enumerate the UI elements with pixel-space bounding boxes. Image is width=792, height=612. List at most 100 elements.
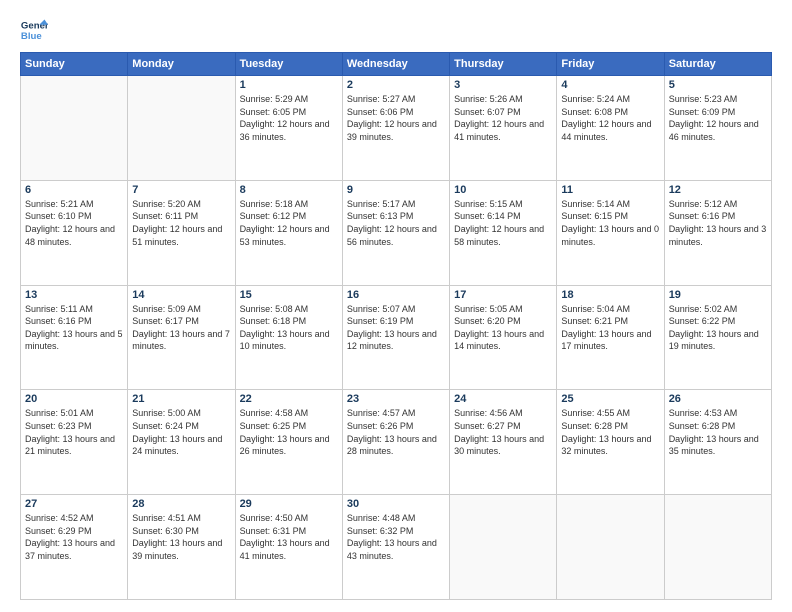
day-number: 4 (561, 79, 659, 91)
weekday-header-row: SundayMondayTuesdayWednesdayThursdayFrid… (21, 53, 772, 76)
weekday-saturday: Saturday (664, 53, 771, 76)
weekday-monday: Monday (128, 53, 235, 76)
calendar-cell: 6Sunrise: 5:21 AMSunset: 6:10 PMDaylight… (21, 180, 128, 285)
cell-info: Sunrise: 5:02 AMSunset: 6:22 PMDaylight:… (669, 303, 767, 353)
svg-text:Blue: Blue (21, 31, 42, 42)
calendar-cell (450, 495, 557, 600)
calendar-cell: 7 Sunrise: 5:20 AMSunset: 6:11 PMDaylight… (128, 180, 235, 285)
day-number: 25 (561, 393, 659, 405)
cell-info: Sunrise: 5:12 AMSunset: 6:16 PMDaylight:… (669, 198, 767, 248)
calendar: SundayMondayTuesdayWednesdayThursdayFrid… (20, 52, 772, 600)
cell-info: Sunrise: 5:00 AMSunset: 6:24 PMDaylight:… (132, 407, 230, 457)
day-number: 22 (240, 393, 338, 405)
cell-info: Sunrise: 5:05 AMSunset: 6:20 PMDaylight:… (454, 303, 552, 353)
week-row-1: 6Sunrise: 5:21 AMSunset: 6:10 PMDaylight… (21, 180, 772, 285)
cell-info: Sunrise: 5:09 AMSunset: 6:17 PMDaylight:… (132, 303, 230, 353)
day-number: 17 (454, 289, 552, 301)
calendar-cell: 24 Sunrise: 4:56 AMSunset: 6:27 PMDayligh… (450, 390, 557, 495)
weekday-friday: Friday (557, 53, 664, 76)
calendar-cell: 21 Sunrise: 5:00 AMSunset: 6:24 PMDayligh… (128, 390, 235, 495)
cell-info: Sunrise: 5:01 AMSunset: 6:23 PMDaylight:… (25, 407, 123, 457)
cell-info: Sunrise: 4:56 AMSunset: 6:27 PMDaylight:… (454, 407, 552, 457)
day-number: 10 (454, 184, 552, 196)
calendar-cell (128, 76, 235, 181)
calendar-cell: 13 Sunrise: 5:11 AMSunset: 6:16 PMDayligh… (21, 285, 128, 390)
calendar-cell: 23Sunrise: 4:57 AMSunset: 6:26 PMDayligh… (342, 390, 449, 495)
calendar-cell: 4 Sunrise: 5:24 AMSunset: 6:08 PMDaylight… (557, 76, 664, 181)
cell-info: Sunrise: 5:26 AMSunset: 6:07 PMDaylight:… (454, 93, 552, 143)
calendar-cell (21, 76, 128, 181)
calendar-cell: 18 Sunrise: 5:04 AMSunset: 6:21 PMDayligh… (557, 285, 664, 390)
cell-info: Sunrise: 4:57 AMSunset: 6:26 PMDaylight:… (347, 407, 445, 457)
calendar-cell: 19 Sunrise: 5:02 AMSunset: 6:22 PMDayligh… (664, 285, 771, 390)
cell-info: Sunrise: 4:48 AMSunset: 6:32 PMDaylight:… (347, 512, 445, 562)
calendar-cell (664, 495, 771, 600)
calendar-cell: 17 Sunrise: 5:05 AMSunset: 6:20 PMDayligh… (450, 285, 557, 390)
cell-info: Sunrise: 4:50 AMSunset: 6:31 PMDaylight:… (240, 512, 338, 562)
day-number: 15 (240, 289, 338, 301)
weekday-thursday: Thursday (450, 53, 557, 76)
calendar-cell: 25 Sunrise: 4:55 AMSunset: 6:28 PMDayligh… (557, 390, 664, 495)
calendar-cell: 22 Sunrise: 4:58 AMSunset: 6:25 PMDayligh… (235, 390, 342, 495)
cell-info: Sunrise: 5:14 AMSunset: 6:15 PMDaylight:… (561, 198, 659, 248)
week-row-3: 20 Sunrise: 5:01 AMSunset: 6:23 PMDayligh… (21, 390, 772, 495)
logo: General Blue (20, 16, 48, 44)
day-number: 5 (669, 79, 767, 91)
cell-info: Sunrise: 5:20 AMSunset: 6:11 PMDaylight:… (132, 198, 230, 248)
header: General Blue (20, 16, 772, 44)
week-row-0: 1Sunrise: 5:29 AMSunset: 6:05 PMDaylight… (21, 76, 772, 181)
day-number: 27 (25, 498, 123, 510)
day-number: 7 (132, 184, 230, 196)
day-number: 21 (132, 393, 230, 405)
cell-info: Sunrise: 4:52 AMSunset: 6:29 PMDaylight:… (25, 512, 123, 562)
weekday-wednesday: Wednesday (342, 53, 449, 76)
calendar-cell: 8Sunrise: 5:18 AMSunset: 6:12 PMDaylight… (235, 180, 342, 285)
calendar-cell: 12 Sunrise: 5:12 AMSunset: 6:16 PMDayligh… (664, 180, 771, 285)
cell-info: Sunrise: 5:24 AMSunset: 6:08 PMDaylight:… (561, 93, 659, 143)
day-number: 20 (25, 393, 123, 405)
calendar-cell: 10Sunrise: 5:15 AMSunset: 6:14 PMDayligh… (450, 180, 557, 285)
cell-info: Sunrise: 5:07 AMSunset: 6:19 PMDaylight:… (347, 303, 445, 353)
calendar-cell: 1Sunrise: 5:29 AMSunset: 6:05 PMDaylight… (235, 76, 342, 181)
cell-info: Sunrise: 4:55 AMSunset: 6:28 PMDaylight:… (561, 407, 659, 457)
week-row-4: 27 Sunrise: 4:52 AMSunset: 6:29 PMDayligh… (21, 495, 772, 600)
day-number: 16 (347, 289, 445, 301)
day-number: 24 (454, 393, 552, 405)
calendar-cell: 29 Sunrise: 4:50 AMSunset: 6:31 PMDayligh… (235, 495, 342, 600)
page: General Blue SundayMondayTuesdayWednesda… (0, 0, 792, 612)
day-number: 9 (347, 184, 445, 196)
cell-info: Sunrise: 5:11 AMSunset: 6:16 PMDaylight:… (25, 303, 123, 353)
day-number: 3 (454, 79, 552, 91)
weekday-sunday: Sunday (21, 53, 128, 76)
day-number: 30 (347, 498, 445, 510)
cell-info: Sunrise: 5:27 AMSunset: 6:06 PMDaylight:… (347, 93, 445, 143)
calendar-cell: 30 Sunrise: 4:48 AMSunset: 6:32 PMDayligh… (342, 495, 449, 600)
day-number: 28 (132, 498, 230, 510)
calendar-cell: 9 Sunrise: 5:17 AMSunset: 6:13 PMDaylight… (342, 180, 449, 285)
cell-info: Sunrise: 5:04 AMSunset: 6:21 PMDaylight:… (561, 303, 659, 353)
day-number: 12 (669, 184, 767, 196)
day-number: 13 (25, 289, 123, 301)
cell-info: Sunrise: 5:17 AMSunset: 6:13 PMDaylight:… (347, 198, 445, 248)
day-number: 18 (561, 289, 659, 301)
cell-info: Sunrise: 4:53 AMSunset: 6:28 PMDaylight:… (669, 407, 767, 457)
calendar-cell: 28Sunrise: 4:51 AMSunset: 6:30 PMDayligh… (128, 495, 235, 600)
day-number: 29 (240, 498, 338, 510)
day-number: 14 (132, 289, 230, 301)
cell-info: Sunrise: 5:23 AMSunset: 6:09 PMDaylight:… (669, 93, 767, 143)
calendar-cell: 16 Sunrise: 5:07 AMSunset: 6:19 PMDayligh… (342, 285, 449, 390)
weekday-tuesday: Tuesday (235, 53, 342, 76)
calendar-cell: 14 Sunrise: 5:09 AMSunset: 6:17 PMDayligh… (128, 285, 235, 390)
cell-info: Sunrise: 5:21 AMSunset: 6:10 PMDaylight:… (25, 198, 123, 248)
calendar-cell: 11Sunrise: 5:14 AMSunset: 6:15 PMDayligh… (557, 180, 664, 285)
calendar-cell (557, 495, 664, 600)
day-number: 8 (240, 184, 338, 196)
calendar-cell: 20 Sunrise: 5:01 AMSunset: 6:23 PMDayligh… (21, 390, 128, 495)
day-number: 19 (669, 289, 767, 301)
calendar-cell: 27 Sunrise: 4:52 AMSunset: 6:29 PMDayligh… (21, 495, 128, 600)
logo-icon: General Blue (20, 16, 48, 44)
week-row-2: 13 Sunrise: 5:11 AMSunset: 6:16 PMDayligh… (21, 285, 772, 390)
calendar-cell: 15Sunrise: 5:08 AMSunset: 6:18 PMDayligh… (235, 285, 342, 390)
calendar-cell: 3 Sunrise: 5:26 AMSunset: 6:07 PMDaylight… (450, 76, 557, 181)
cell-info: Sunrise: 4:58 AMSunset: 6:25 PMDaylight:… (240, 407, 338, 457)
